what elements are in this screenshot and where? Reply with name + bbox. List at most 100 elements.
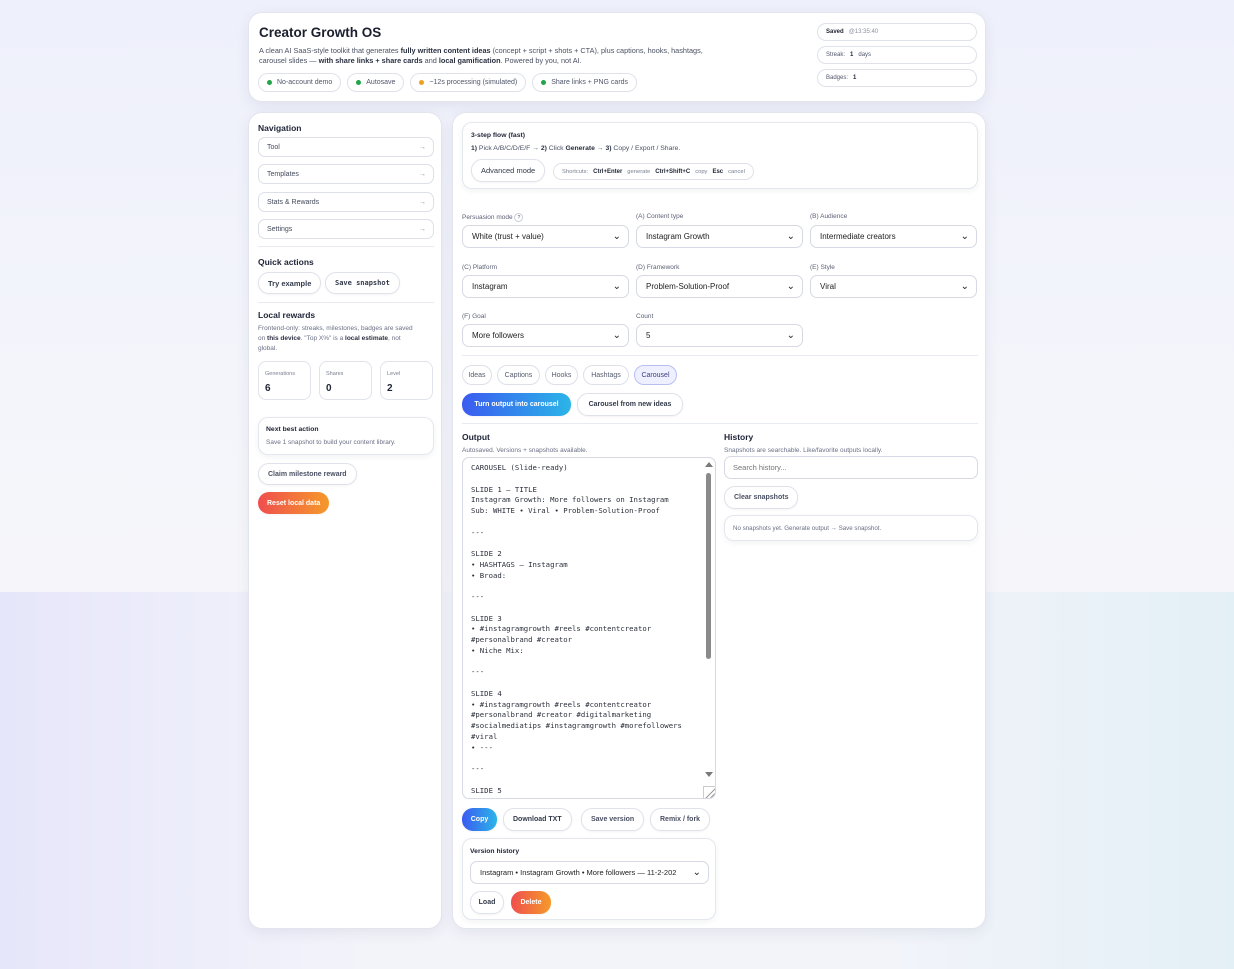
framework-select[interactable]: Problem-Solution-Proof ⌄ [636, 275, 803, 298]
tab-ideas[interactable]: Ideas [462, 365, 492, 385]
divider [462, 423, 978, 424]
arrow-right-icon: → [419, 225, 426, 233]
persuasion-select[interactable]: White (trust + value) ⌄ [462, 225, 629, 248]
next-action-desc: Save 1 snapshot to build your content li… [266, 439, 396, 446]
count-label: Count [636, 313, 654, 320]
reset-data-button[interactable]: Reset local data [258, 492, 330, 514]
remix-button[interactable]: Remix / fork [650, 808, 711, 831]
clear-snapshots-button[interactable]: Clear snapshots [724, 486, 799, 509]
claim-reward-button[interactable]: Claim milestone reward [258, 463, 357, 485]
history-title: History [724, 432, 754, 442]
tab-captions[interactable]: Captions [497, 365, 540, 385]
save-snapshot-button[interactable]: Save snapshot [325, 272, 400, 294]
persuasion-label: Persuasion mode ? [462, 213, 524, 222]
badges-status: Badges: 1 [817, 69, 977, 87]
main-panel: 3-step flow (fast) 1) Pick A/B/C/D/E/F →… [452, 112, 986, 929]
next-action-title: Next best action [266, 426, 319, 433]
version-history: Version history Instagram • Instagram Gr… [462, 838, 716, 920]
advanced-mode-button[interactable]: Advanced mode [471, 159, 546, 182]
chevron-down-icon: ⌄ [612, 281, 621, 292]
version-history-title: Version history [470, 848, 520, 855]
content-type-label: (A) Content type [636, 213, 684, 220]
scrollbar[interactable] [704, 462, 713, 780]
tab-hooks[interactable]: Hooks [545, 365, 578, 385]
count-select[interactable]: 5 ⌄ [636, 324, 803, 347]
goal-select[interactable]: More followers ⌄ [462, 324, 629, 347]
divider [258, 246, 434, 247]
output-text: CAROUSEL (Slide-ready) SLIDE 1 — TITLE I… [471, 463, 682, 795]
saved-status: Saved @13:35:40 [817, 23, 977, 41]
load-button[interactable]: Load [470, 891, 504, 914]
style-select[interactable]: Viral ⌄ [810, 275, 977, 298]
copy-button[interactable]: Copy [462, 808, 497, 831]
scrollbar-thumb[interactable] [706, 473, 711, 659]
header-card: Creator Growth OS A clean AI SaaS-style … [248, 12, 986, 102]
save-version-button[interactable]: Save version [581, 808, 645, 831]
content-type-select[interactable]: Instagram Growth ⌄ [636, 225, 803, 248]
tab-carousel[interactable]: Carousel [634, 365, 677, 385]
rewards-title: Local rewards [258, 310, 316, 320]
flow-title: 3-step flow (fast) [471, 132, 526, 139]
pill-processing: ~12s processing (simulated) [410, 73, 527, 92]
nav-title: Navigation [258, 123, 302, 133]
stat-shares: Shares 0 [319, 361, 372, 400]
history-empty-text: No snapshots yet. Generate output → Save… [733, 525, 882, 532]
output-textarea[interactable]: CAROUSEL (Slide-ready) SLIDE 1 — TITLE I… [462, 457, 716, 799]
help-icon[interactable]: ? [514, 213, 524, 222]
divider [462, 355, 978, 356]
pill-autosave: Autosave [347, 73, 405, 92]
stat-generations: Generations 6 [258, 361, 311, 400]
pill-no-account: No-account demo [258, 73, 342, 92]
history-search-input[interactable] [724, 456, 978, 479]
chevron-down-icon: ⌄ [786, 281, 795, 292]
resize-handle-icon[interactable] [703, 786, 715, 798]
flow-steps: 1) Pick A/B/C/D/E/F → 2) Click Generate … [471, 145, 681, 152]
style-label: (E) Style [810, 264, 835, 271]
platform-label: (C) Platform [462, 264, 498, 271]
chevron-down-icon: ⌄ [786, 330, 795, 341]
history-subtitle: Snapshots are searchable. Like/favorite … [724, 447, 883, 454]
chevron-down-icon: ⌄ [690, 867, 701, 878]
feature-pills: No-account demo Autosave ~12s processing… [258, 73, 638, 92]
sidebar: Navigation Tool → Templates → Stats & Rewa… [248, 112, 442, 929]
arrow-right-icon: → [419, 198, 426, 206]
output-title: Output [462, 432, 490, 442]
turn-into-carousel-button[interactable]: Turn output into carousel [462, 393, 571, 416]
chevron-down-icon: ⌄ [786, 231, 795, 242]
stat-level: Level 2 [380, 361, 433, 400]
tab-hashtags[interactable]: Hashtags [583, 365, 629, 385]
audience-select[interactable]: Intermediate creators ⌄ [810, 225, 977, 248]
app-description: A clean AI SaaS-style toolkit that gener… [259, 46, 703, 65]
pill-share: Share links + PNG cards [532, 73, 638, 92]
next-best-action: Next best action Save 1 snapshot to buil… [258, 417, 434, 455]
status-dot [267, 80, 272, 85]
platform-select[interactable]: Instagram ⌄ [462, 275, 629, 298]
download-txt-button[interactable]: Download TXT [503, 808, 572, 831]
sidebar-item-settings[interactable]: Settings → [258, 219, 434, 239]
sidebar-item-stats[interactable]: Stats & Rewards → [258, 192, 434, 212]
audience-label: (B) Audience [810, 213, 848, 220]
arrow-right-icon: → [419, 143, 426, 151]
version-select[interactable]: Instagram • Instagram Growth • More foll… [470, 861, 709, 884]
chevron-down-icon: ⌄ [960, 231, 969, 242]
delete-button[interactable]: Delete [511, 891, 551, 914]
chevron-down-icon: ⌄ [612, 231, 621, 242]
sidebar-item-templates[interactable]: Templates → [258, 164, 434, 184]
streak-status: Streak: 1 days [817, 46, 977, 64]
rewards-description: Frontend-only: streaks, milestones, badg… [258, 325, 413, 352]
try-example-button[interactable]: Try example [258, 272, 322, 294]
scroll-up-icon[interactable] [705, 462, 713, 467]
chevron-down-icon: ⌄ [960, 281, 969, 292]
quick-actions-title: Quick actions [258, 257, 314, 267]
divider [258, 302, 434, 303]
sidebar-item-tool[interactable]: Tool → [258, 137, 434, 157]
arrow-right-icon: → [419, 170, 426, 178]
status-dot [419, 80, 425, 85]
flow-box: 3-step flow (fast) 1) Pick A/B/C/D/E/F →… [462, 122, 978, 189]
app-title: Creator Growth OS [259, 25, 382, 40]
shortcuts-pill: Shortcuts: Ctrl+Enter generate Ctrl+Shift… [553, 163, 754, 180]
carousel-new-ideas-button[interactable]: Carousel from new ideas [577, 393, 683, 416]
chevron-down-icon: ⌄ [612, 330, 621, 341]
scroll-down-icon[interactable] [705, 772, 713, 777]
output-subtitle: Autosaved. Versions + snapshots availabl… [462, 447, 588, 454]
